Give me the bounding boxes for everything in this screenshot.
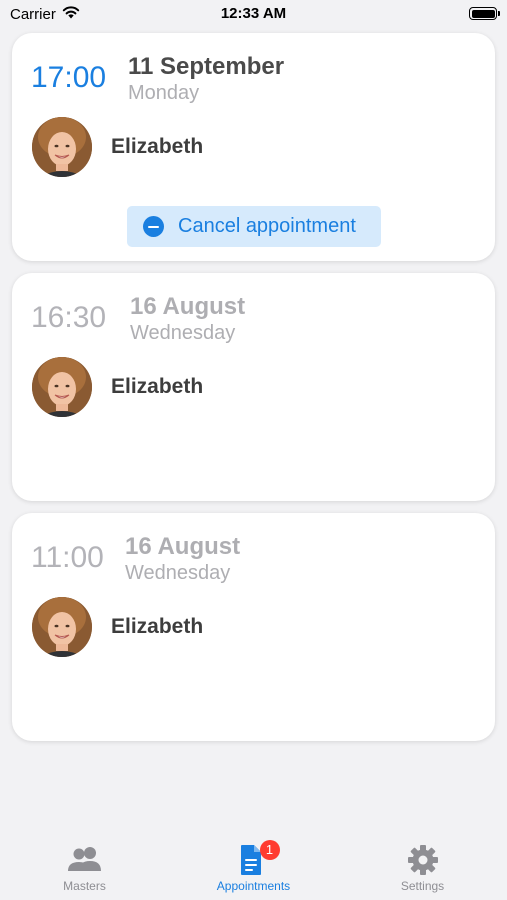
master-avatar[interactable] [32,117,92,177]
tab-appointments[interactable]: 1 Appointments [169,838,338,900]
appointment-weekday: Wednesday [130,322,236,344]
appointment-card: 16:30 16 August Wednesday Elizabeth [12,273,495,501]
cancel-appointment-label: Cancel appointment [178,215,356,237]
cancel-appointment-button[interactable]: Cancel appointment [127,206,381,247]
tab-masters[interactable]: Masters [0,838,169,900]
master-name: Elizabeth [111,375,204,398]
minus-circle-icon [143,216,164,237]
tab-bar: Masters 1 Appointments Settings [0,838,507,900]
notification-badge: 1 [259,840,280,860]
battery-fill [471,9,495,18]
appointment-date: 16 August [130,293,246,320]
status-time: 12:33 AM [220,5,287,22]
status-bar: Carrier 12:33 AM [0,0,507,28]
appointments-screen: Carrier 12:33 AM 17:00 11 September Mond… [0,0,507,900]
appointment-card: 17:00 11 September Monday Elizabeth Canc… [12,33,495,261]
appointment-time: 17:00 [31,61,107,94]
tab-appointments-label: Appointments [216,879,291,893]
appointment-weekday: Wednesday [125,562,231,584]
document-icon: 1 [234,840,280,877]
appointment-card: 11:00 16 August Wednesday Elizabeth [12,513,495,741]
tab-masters-label: Masters [63,879,106,893]
appointment-time: 11:00 [31,541,104,574]
appointment-weekday: Monday [128,82,200,104]
master-avatar[interactable] [32,597,92,657]
master-avatar[interactable] [32,357,92,417]
appointment-date: 16 August [125,533,241,560]
tab-settings[interactable]: Settings [338,838,507,900]
master-name: Elizabeth [111,135,204,158]
battery-icon [469,7,500,20]
tab-settings-label: Settings [400,879,445,893]
appointment-time: 16:30 [31,301,107,334]
gear-icon [403,843,443,877]
master-name: Elizabeth [111,615,204,638]
people-icon [65,843,105,877]
appointment-date: 11 September [128,53,285,80]
